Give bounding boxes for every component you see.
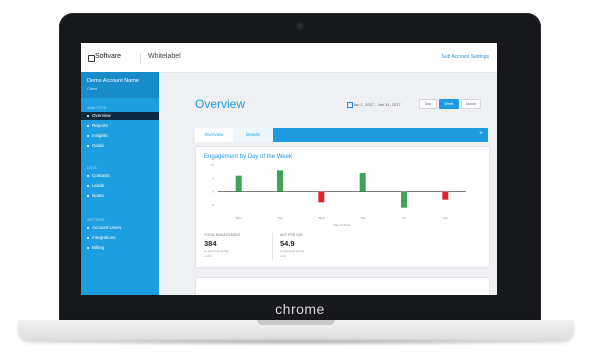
metric-subtext: vs previous period bbox=[204, 249, 229, 253]
main-content: Overview Jan 1, 2017 - Jan 31, 2017 Day … bbox=[159, 72, 497, 295]
bullet-icon bbox=[87, 237, 89, 239]
range-month-button[interactable]: Month bbox=[461, 99, 481, 109]
x-tick-label: Thu bbox=[360, 216, 366, 220]
sidebar-item-label: Billing bbox=[92, 245, 105, 250]
camera-icon bbox=[297, 23, 303, 29]
sidebar-item-integrations[interactable]: Integrations bbox=[81, 234, 159, 242]
metric-subtext: vs previous period bbox=[280, 249, 305, 253]
y-tick-label: 0 bbox=[212, 190, 214, 194]
bullet-icon bbox=[87, 115, 89, 117]
metric-change: +12% bbox=[204, 254, 212, 258]
chart-bar bbox=[318, 191, 325, 203]
bullet-icon bbox=[87, 185, 89, 187]
sidebar-item-contacts[interactable]: Contacts bbox=[81, 172, 159, 180]
y-tick-label: 10 bbox=[211, 163, 215, 167]
metric-label: TOTAL ENGAGEMENT bbox=[204, 233, 241, 237]
add-button[interactable]: + bbox=[477, 131, 485, 139]
sidebar-heading-lists: LISTS bbox=[87, 166, 97, 170]
x-axis-label: Day of Week bbox=[333, 223, 351, 227]
x-tick-label: Sat bbox=[443, 216, 448, 220]
x-tick-label: Tue bbox=[277, 216, 282, 220]
date-range-label[interactable]: Jan 1, 2017 - Jan 31, 2017 bbox=[353, 102, 401, 107]
sidebar: Demo Account Name Client ANALYTICS Overv… bbox=[81, 72, 159, 295]
engagement-card: Engagement by Day of the Week 10 5 0 -5 Mon T… bbox=[195, 146, 490, 268]
bullet-icon bbox=[87, 247, 89, 249]
x-tick-label: Fri bbox=[402, 216, 406, 220]
tab-bar: Overview Details + bbox=[195, 128, 488, 142]
chart-bar bbox=[277, 170, 283, 192]
laptop-shadow bbox=[30, 338, 562, 346]
logo-icon bbox=[88, 55, 95, 62]
chart-bar bbox=[401, 191, 407, 208]
sidebar-item-leads[interactable]: Leads bbox=[81, 182, 159, 190]
x-tick-label: Wed bbox=[318, 216, 324, 220]
metric-divider bbox=[272, 233, 273, 261]
bullet-icon bbox=[87, 125, 89, 127]
bullet-icon bbox=[87, 175, 89, 177]
logo[interactable]: Softvare bbox=[88, 53, 141, 64]
laptop-screen: Softvare Whitelabel Sub Account Settings… bbox=[81, 43, 497, 295]
sidebar-item-label: Reports bbox=[92, 123, 108, 128]
metric-value: 54.9 bbox=[280, 239, 295, 248]
sidebar-item-label: Account Users bbox=[92, 225, 122, 230]
bullet-icon bbox=[87, 195, 89, 197]
device-brand-text: chrome bbox=[275, 301, 325, 317]
sidebar-item-label: Contacts bbox=[92, 173, 110, 178]
account-settings-link[interactable]: Sub Account Settings bbox=[441, 54, 489, 60]
metric-value: 384 bbox=[204, 239, 217, 248]
sidebar-item-label: Insights bbox=[92, 133, 108, 138]
sidebar-item-account-users[interactable]: Account Users bbox=[81, 224, 159, 232]
secondary-card bbox=[195, 277, 490, 295]
sidebar-item-billing[interactable]: Billing bbox=[81, 244, 159, 252]
metric-total: TOTAL ENGAGEMENT 384 vs previous period … bbox=[204, 233, 274, 263]
chart-bar bbox=[235, 175, 242, 192]
bullet-icon bbox=[87, 227, 89, 229]
sidebar-heading-analytics: ANALYTICS bbox=[87, 106, 107, 110]
sidebar-item-label: Leads bbox=[92, 183, 105, 188]
bullet-icon bbox=[87, 135, 89, 137]
sidebar-item-label: Overview bbox=[92, 113, 111, 118]
bullet-icon bbox=[87, 145, 89, 147]
sidebar-item-goals[interactable]: Goals bbox=[81, 142, 159, 150]
page-title: Overview bbox=[195, 97, 246, 111]
top-bar: Softvare Whitelabel Sub Account Settings bbox=[81, 43, 497, 73]
account-name: Demo Account Name bbox=[87, 78, 139, 84]
tab-overview[interactable]: Overview bbox=[195, 128, 233, 142]
y-tick-label: -5 bbox=[211, 203, 214, 207]
card-title: Engagement by Day of the Week bbox=[204, 154, 292, 160]
engagement-bar-chart: 10 5 0 -5 Mon Tue Wed Thu Fri Sat Day of Week bbox=[211, 163, 466, 227]
sidebar-item-overview[interactable]: Overview bbox=[81, 112, 159, 120]
x-tick-label: Mon bbox=[236, 216, 242, 220]
sidebar-item-label: Goals bbox=[92, 143, 104, 148]
y-tick-label: 5 bbox=[212, 176, 214, 180]
account-switcher[interactable]: Demo Account Name Client bbox=[81, 72, 159, 98]
metric-change: +4% bbox=[280, 254, 287, 258]
metric-label: AVG PER DAY bbox=[280, 233, 304, 237]
metric-average: AVG PER DAY 54.9 vs previous period +4% bbox=[280, 233, 350, 263]
range-day-button[interactable]: Day bbox=[419, 99, 437, 109]
sidebar-item-notes[interactable]: Notes bbox=[81, 192, 159, 200]
range-week-button[interactable]: Week bbox=[439, 99, 459, 109]
tab-details[interactable]: Details bbox=[233, 128, 273, 142]
logo-text: Softvare bbox=[95, 53, 122, 60]
account-subtitle: Client bbox=[87, 86, 98, 91]
sidebar-item-label: Integrations bbox=[92, 235, 116, 240]
sidebar-item-reports[interactable]: Reports bbox=[81, 122, 159, 130]
chart-bar bbox=[442, 191, 449, 200]
chart-bar bbox=[359, 173, 366, 192]
sidebar-item-label: Notes bbox=[92, 193, 104, 198]
product-name: Whitelabel bbox=[148, 53, 181, 60]
sidebar-item-insights[interactable]: Insights bbox=[81, 132, 159, 140]
sidebar-heading-settings: SETTINGS bbox=[87, 218, 105, 222]
laptop-notch bbox=[257, 320, 335, 325]
